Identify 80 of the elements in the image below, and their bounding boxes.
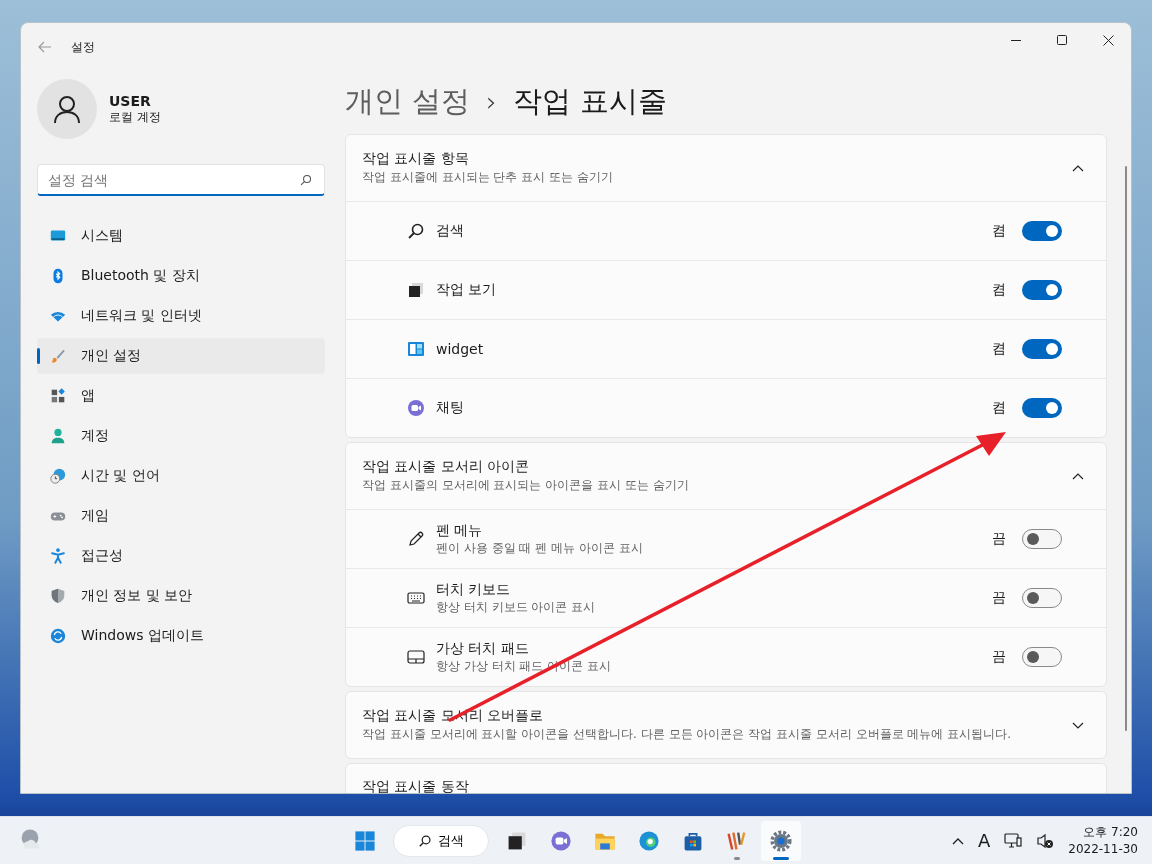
setting-label: widget xyxy=(436,341,485,357)
widgets-icon xyxy=(406,339,426,359)
toggle-switch[interactable] xyxy=(1022,398,1062,418)
browser-icon[interactable] xyxy=(637,828,661,853)
nav-item[interactable]: 개인 정보 및 보안 xyxy=(37,578,325,614)
nav-item[interactable]: 네트워크 및 인터넷 xyxy=(37,298,325,334)
shield-icon xyxy=(49,587,67,605)
nav-item[interactable]: Windows 업데이트 xyxy=(37,618,325,654)
setting-label: 작업 보기 xyxy=(436,281,498,299)
caret-up-icon[interactable] xyxy=(951,836,964,845)
section-description: 작업 표시줄 모서리에 표시할 아이콘을 선택합니다. 다른 모든 아이콘은 작업 표시줄 모서리 오버플로 메뉴에 표시됩니다. xyxy=(362,726,1013,743)
toggle-switch[interactable] xyxy=(1022,339,1062,359)
search-field[interactable]: 설정 검색 xyxy=(37,164,325,196)
breadcrumb-parent[interactable]: 개인 설정 xyxy=(345,81,471,122)
muted-speaker-icon[interactable] xyxy=(1036,832,1055,849)
nav-item[interactable]: 계정 xyxy=(37,418,325,454)
maximize-icon[interactable] xyxy=(1057,35,1067,45)
close-icon[interactable] xyxy=(1102,34,1114,46)
breadcrumb-separator: › xyxy=(486,86,497,117)
toggle-switch[interactable] xyxy=(1022,647,1062,667)
setting-label: 채팅 xyxy=(436,399,465,417)
section-title: 작업 표시줄 항목 xyxy=(362,150,470,168)
search-icon[interactable] xyxy=(299,173,313,187)
nav-item[interactable]: 시스템 xyxy=(37,218,325,254)
user-name: USER xyxy=(109,92,152,109)
toggle-switch[interactable] xyxy=(1022,588,1062,608)
window-title: 설정 xyxy=(71,38,95,56)
setting-label: 검색 xyxy=(436,222,465,240)
setting-label: 가상 터치 패드 xyxy=(436,639,530,658)
video-chat-icon[interactable] xyxy=(549,828,573,853)
toggle-switch[interactable] xyxy=(1022,280,1062,300)
computer-icon[interactable] xyxy=(1004,832,1023,849)
nav-item[interactable]: Bluetooth 및 장치 xyxy=(37,258,325,294)
touchpad-icon xyxy=(406,647,426,667)
toggle-state-text: 켬 xyxy=(992,222,1006,240)
search-icon[interactable] xyxy=(418,833,432,848)
globe-clock-icon xyxy=(49,467,67,485)
setting-label: 펜 메뉴 xyxy=(436,521,484,540)
task-view-icon xyxy=(406,280,426,300)
nav-item[interactable]: 게임 xyxy=(37,498,325,534)
setting-description: 펜이 사용 중일 때 펜 메뉴 아이콘 표시 xyxy=(436,539,644,557)
chevron-down-icon[interactable] xyxy=(1072,720,1084,730)
scrollbar[interactable] xyxy=(1125,166,1127,731)
apps-icon xyxy=(49,387,67,405)
section-title: 작업 표시줄 모서리 아이콘 xyxy=(362,458,531,476)
video-chat-icon xyxy=(406,398,426,418)
windows-logo-icon[interactable] xyxy=(353,828,377,853)
accessibility-icon xyxy=(49,547,67,565)
taskbar-search[interactable]: 검색 xyxy=(393,824,489,857)
toggle-state-text: 끔 xyxy=(992,648,1006,666)
nav-item[interactable]: 접근성 xyxy=(37,538,325,574)
setting-label: 터치 키보드 xyxy=(436,580,512,599)
chevron-up-icon[interactable] xyxy=(1072,471,1084,481)
search-icon xyxy=(406,221,426,241)
gear-icon[interactable] xyxy=(769,828,793,853)
input-method-indicator[interactable]: A xyxy=(977,830,991,851)
clock-date[interactable]: 2022-11-30 xyxy=(1068,840,1138,858)
toggle-switch[interactable] xyxy=(1022,529,1062,549)
toggle-state-text: 켬 xyxy=(992,340,1006,358)
toggle-state-text: 끔 xyxy=(992,530,1006,548)
section-title: 작업 표시줄 동작 xyxy=(362,778,470,793)
clock-time[interactable]: 오후 7:20 xyxy=(1083,823,1138,841)
nav-item[interactable]: 앱 xyxy=(37,378,325,414)
person-icon xyxy=(49,427,67,445)
setting-description: 항상 터치 키보드 아이콘 표시 xyxy=(436,598,597,616)
refresh-icon xyxy=(49,627,67,645)
nav-item[interactable]: 시간 및 언어 xyxy=(37,458,325,494)
page-title: 작업 표시줄 xyxy=(512,82,667,120)
toggle-state-text: 켬 xyxy=(992,399,1006,417)
chevron-up-icon[interactable] xyxy=(1072,163,1084,173)
toggle-state-text: 끔 xyxy=(992,589,1006,607)
account-type: 로컬 계정 xyxy=(109,108,161,126)
pen-icon xyxy=(406,529,426,549)
toggle-switch[interactable] xyxy=(1022,221,1062,241)
toggle-state-text: 켬 xyxy=(992,281,1006,299)
section-description: 작업 표시줄의 모서리에 표시되는 아이콘을 표시 또는 숨기기 xyxy=(362,477,690,494)
arrow-left-icon[interactable] xyxy=(38,41,52,53)
brush-icon xyxy=(49,347,67,365)
nav-item[interactable]: 개인 설정 xyxy=(37,338,325,374)
section-description: 작업 표시줄에 표시되는 단추 표시 또는 숨기기 xyxy=(362,169,614,186)
